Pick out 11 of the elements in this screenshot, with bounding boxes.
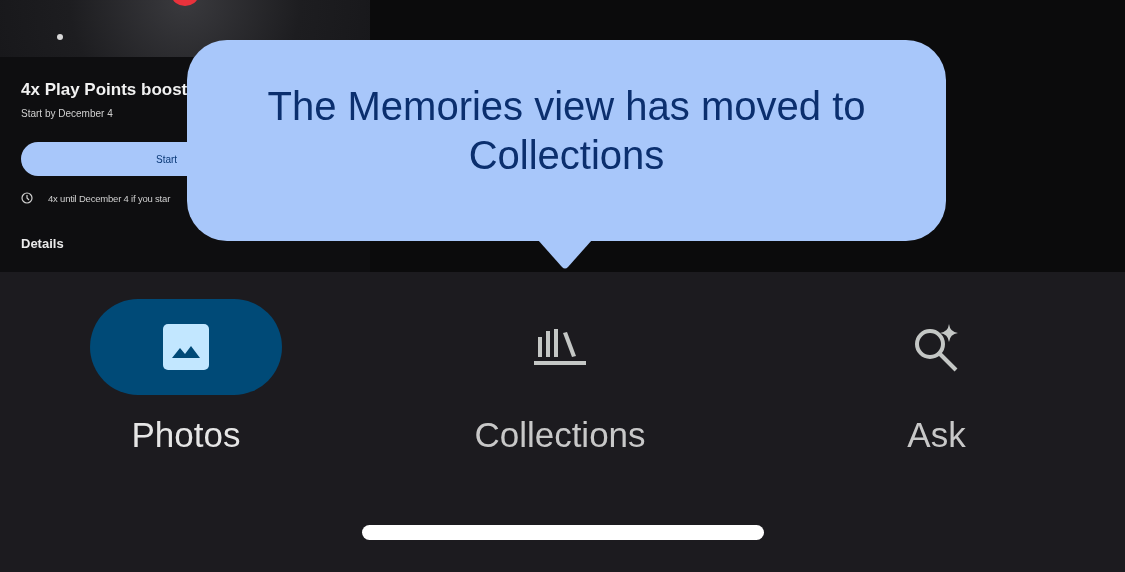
clock-icon	[21, 192, 33, 204]
promo-title: 4x Play Points boost	[21, 80, 188, 100]
library-icon	[534, 327, 586, 367]
nav-label: Photos	[131, 415, 241, 455]
nav-label: Ask	[907, 415, 966, 455]
promo-subtitle: Start by December 4	[21, 108, 113, 119]
image-icon	[163, 324, 209, 370]
tooltip-text: The Memories view has moved to Collections	[266, 82, 867, 179]
nav-label: Collections	[474, 415, 646, 455]
promo-note: 4x until December 4 if you star	[48, 192, 171, 204]
details-heading: Details	[21, 236, 64, 251]
